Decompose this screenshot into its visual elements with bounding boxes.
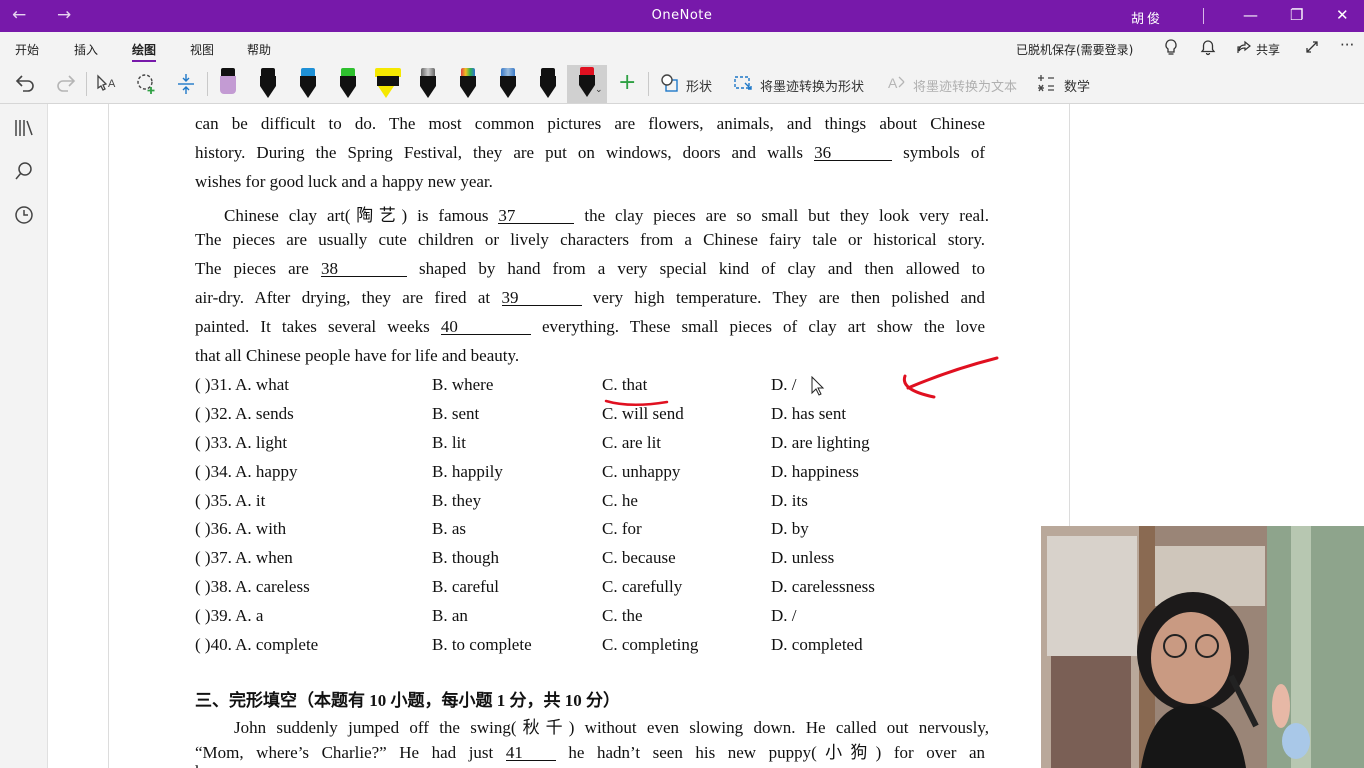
ink-arrow bbox=[902, 356, 999, 399]
webcam-video bbox=[1041, 526, 1364, 768]
ink-underline bbox=[604, 399, 669, 406]
mouse-cursor-icon bbox=[811, 376, 825, 396]
